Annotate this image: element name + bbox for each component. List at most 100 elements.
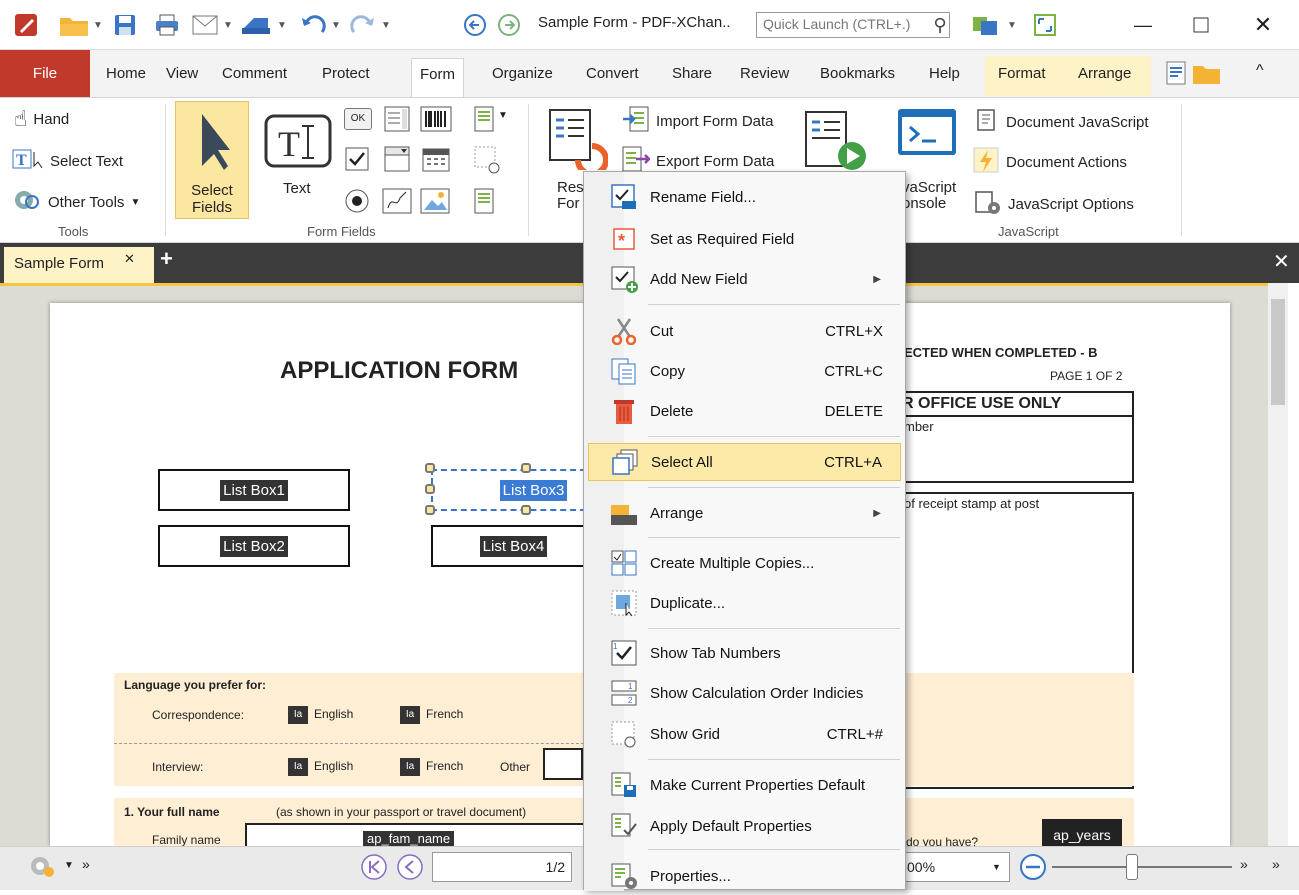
combo-box-field-icon[interactable] [384, 146, 410, 176]
hand-tool-button[interactable]: ☝ Hand [14, 106, 69, 132]
close-document-icon[interactable]: ✕ [1273, 249, 1290, 274]
settings-gear-icon[interactable] [28, 852, 56, 884]
chevron-down-icon[interactable]: ▼ [92, 10, 104, 40]
first-page-icon[interactable] [358, 852, 390, 886]
reset-form-icon[interactable] [548, 108, 609, 177]
barcode-field-icon[interactable] [420, 106, 452, 136]
expand-toolbar-icon[interactable]: » [1272, 856, 1280, 872]
zoom-slider-thumb[interactable] [1126, 854, 1138, 880]
menu-item-make-current-properties-default[interactable]: Make Current Properties Default [588, 766, 901, 804]
document-javascript-button[interactable]: Document JavaScript [972, 106, 1149, 138]
form-tools-icon[interactable] [1165, 58, 1225, 88]
forward-arrow-icon[interactable] [495, 10, 523, 40]
expand-toolbar-icon[interactable]: » [1240, 856, 1248, 872]
resize-handle[interactable] [521, 505, 531, 515]
minimize-icon[interactable]: — [1128, 10, 1158, 40]
redo-icon[interactable] [348, 10, 378, 40]
family-name-field[interactable]: ap_fam_name [245, 823, 585, 846]
page-number-input[interactable]: 1/2 [432, 852, 572, 882]
close-tab-icon[interactable]: ✕ [124, 251, 135, 267]
years-field[interactable]: ap_years [1042, 819, 1122, 846]
menu-item-set-required[interactable]: * Set as Required Field [588, 220, 901, 258]
resize-handle[interactable] [425, 505, 435, 515]
form-options-icon[interactable] [474, 188, 496, 218]
menu-item-select-all[interactable]: Select All CTRL+A [588, 443, 901, 481]
menu-format[interactable]: Format [990, 58, 1054, 90]
menu-item-show-tab-numbers[interactable]: 1 Show Tab Numbers [588, 634, 901, 672]
menu-arrange[interactable]: Arrange [1070, 58, 1139, 90]
menu-form[interactable]: Form [411, 58, 464, 98]
other-tools-button[interactable]: Other Tools ▼ [12, 188, 140, 216]
menu-file[interactable]: File [0, 50, 90, 98]
interview-french[interactable]: Ia French [400, 758, 463, 776]
menu-item-show-calculation-order[interactable]: 12 Show Calculation Order Indicies [588, 674, 901, 712]
javascript-console-icon[interactable] [896, 107, 958, 161]
search-icon[interactable]: ⚲ [930, 10, 950, 40]
menu-item-copy[interactable]: Copy CTRL+C [588, 352, 901, 390]
menu-item-apply-default-properties[interactable]: Apply Default Properties [588, 807, 901, 845]
document-actions-button[interactable]: Document Actions [972, 146, 1127, 178]
close-icon[interactable]: ✕ [1248, 10, 1278, 40]
select-fields-button[interactable]: Select Fields [175, 101, 249, 219]
menu-organize[interactable]: Organize [484, 58, 561, 90]
chevron-down-icon[interactable]: ▼ [64, 860, 74, 871]
menu-protect[interactable]: Protect [314, 58, 378, 90]
menu-item-arrange[interactable]: Arrange ▶ [588, 494, 901, 532]
import-form-data-button[interactable]: Import Form Data [622, 106, 774, 136]
collapse-ribbon-icon[interactable]: ^ [1256, 62, 1264, 80]
javascript-options-button[interactable]: JavaScript Options [972, 188, 1134, 220]
ui-options-icon[interactable] [968, 10, 1004, 40]
date-field-icon[interactable] [422, 146, 450, 176]
menu-item-rename-field[interactable]: Rename Field... [588, 178, 901, 216]
menu-home[interactable]: Home [98, 58, 154, 90]
list-box-2[interactable]: List Box2 [158, 525, 350, 567]
save-icon[interactable] [110, 10, 140, 40]
list-box-3[interactable]: List Box3 [431, 469, 596, 511]
email-icon[interactable] [190, 10, 220, 40]
zoom-out-icon[interactable] [1018, 852, 1048, 886]
resize-handle[interactable] [521, 463, 531, 473]
chevron-down-icon[interactable]: ▼ [1006, 10, 1018, 40]
menu-item-add-new-field[interactable]: Add New Field ▶ [588, 260, 901, 298]
menu-comment[interactable]: Comment [214, 58, 295, 90]
chevron-down-icon[interactable]: ▼ [276, 10, 288, 40]
scan-icon[interactable] [238, 10, 274, 40]
select-text-button[interactable]: T Select Text [12, 148, 123, 174]
show-grid-ribbon-icon[interactable] [474, 146, 500, 178]
new-tab-icon[interactable]: + [160, 246, 173, 272]
maximize-icon[interactable] [1186, 10, 1216, 40]
other-language-field[interactable] [543, 748, 583, 780]
menu-convert[interactable]: Convert [578, 58, 647, 90]
menu-item-cut[interactable]: Cut CTRL+X [588, 312, 901, 350]
menu-review[interactable]: Review [732, 58, 797, 90]
resize-handle[interactable] [425, 484, 435, 494]
radio-button-field-icon[interactable] [344, 188, 370, 218]
chevron-down-icon[interactable]: ▼ [498, 110, 508, 121]
resize-handle[interactable] [425, 463, 435, 473]
undo-icon[interactable] [298, 10, 328, 40]
chevron-down-icon[interactable]: ▼ [222, 10, 234, 40]
menu-item-show-grid[interactable]: Show Grid CTRL+# [588, 715, 901, 753]
print-icon[interactable] [152, 10, 182, 40]
quick-launch-input[interactable]: Quick Launch (CTRL+.) [756, 12, 950, 38]
chevron-down-icon[interactable]: ▼ [380, 10, 392, 40]
menu-bookmarks[interactable]: Bookmarks [812, 58, 903, 90]
back-arrow-icon[interactable] [461, 10, 489, 40]
menu-share[interactable]: Share [664, 58, 720, 90]
menu-item-duplicate[interactable]: Duplicate... [588, 584, 901, 622]
vertical-scrollbar[interactable] [1268, 283, 1288, 846]
scrollbar-thumb[interactable] [1271, 299, 1285, 405]
menu-view[interactable]: View [158, 58, 206, 90]
form-field-options-icon[interactable] [474, 106, 496, 136]
interview-english[interactable]: Ia English [288, 758, 353, 776]
open-folder-icon[interactable] [56, 10, 92, 40]
checkbox-field-icon[interactable] [344, 146, 372, 176]
expand-toolbar-icon[interactable]: » [82, 856, 90, 872]
previous-page-icon[interactable] [394, 852, 426, 886]
correspondence-french[interactable]: Ia French [400, 706, 463, 724]
button-field-tool[interactable]: OK [344, 108, 372, 130]
menu-item-create-multiple-copies[interactable]: Create Multiple Copies... [588, 544, 901, 582]
run-form-icon[interactable] [802, 108, 872, 178]
list-box-4[interactable]: List Box4 [431, 525, 596, 567]
chevron-down-icon[interactable]: ▼ [330, 10, 342, 40]
